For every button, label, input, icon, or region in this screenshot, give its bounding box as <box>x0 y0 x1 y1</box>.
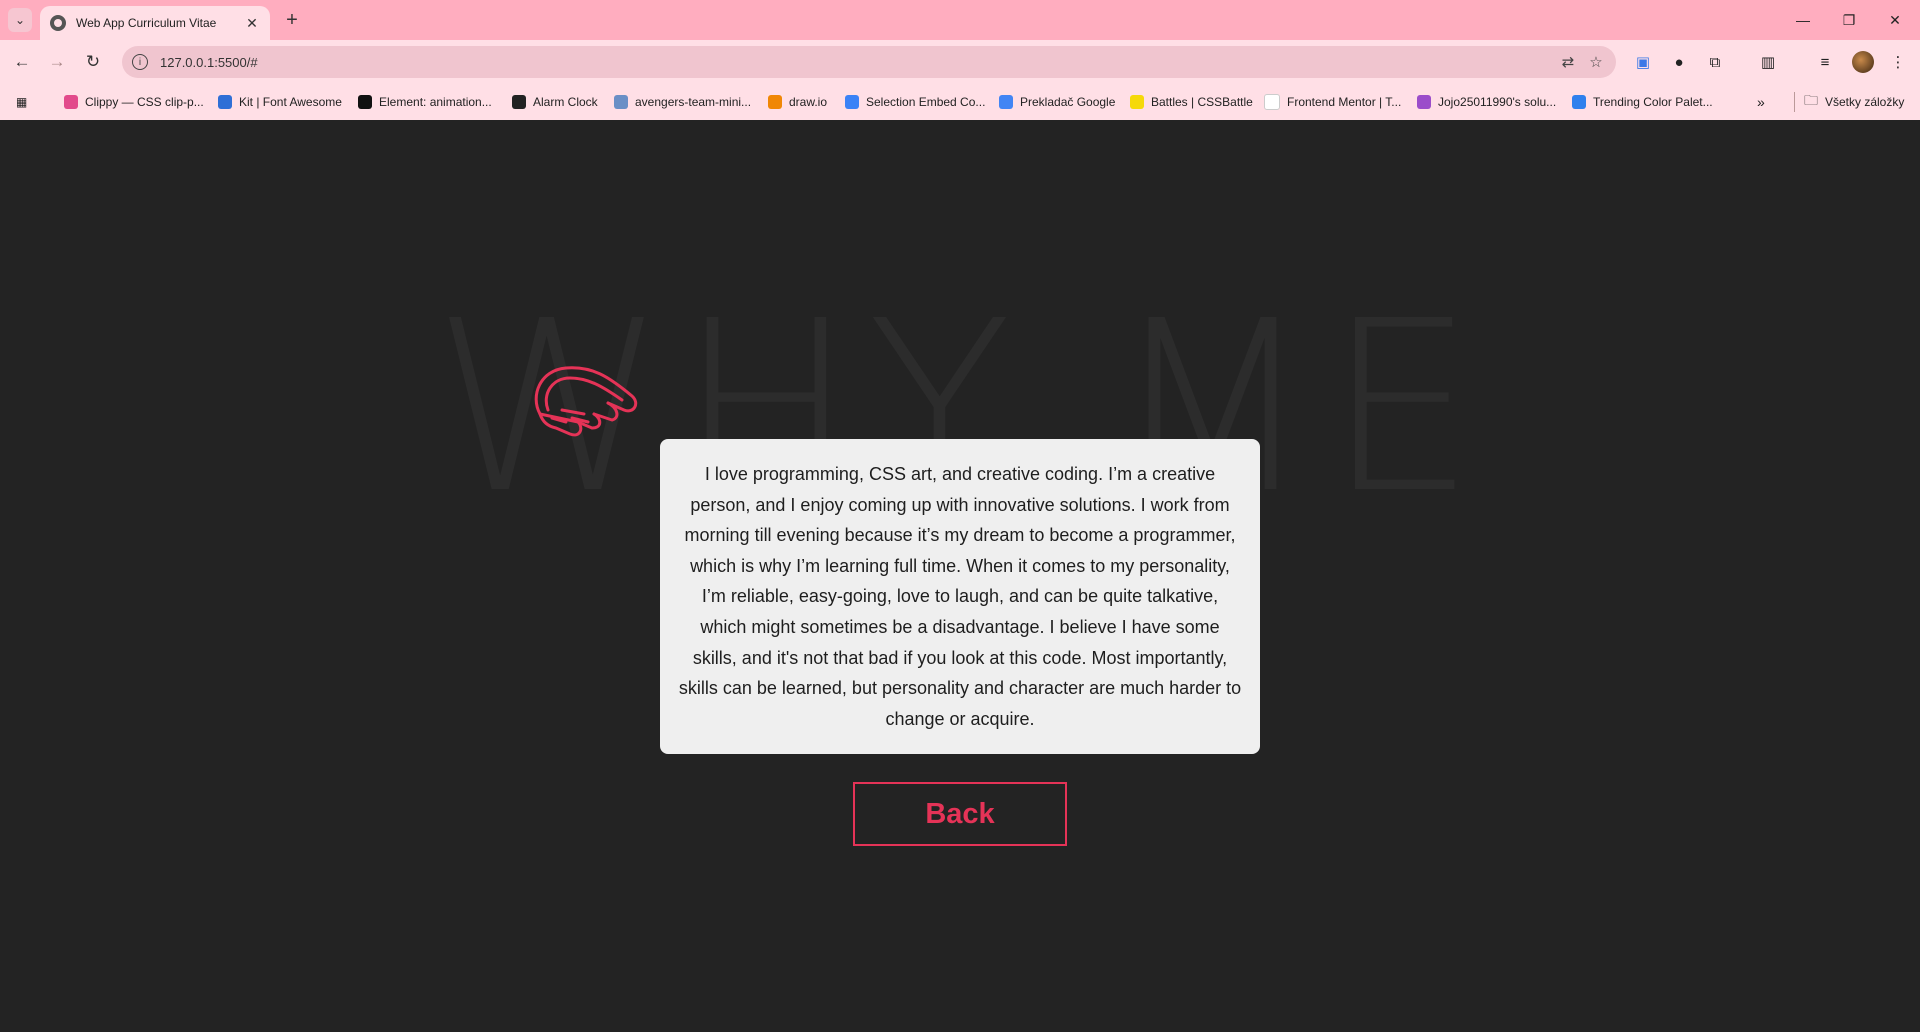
bookmark-favicon <box>64 95 78 109</box>
bookmark-favicon <box>999 95 1013 109</box>
bookmark-favicon <box>512 95 526 109</box>
bookmark-item[interactable]: Selection Embed Co... <box>845 93 985 111</box>
folder-icon: 🗀 <box>1804 92 1818 108</box>
minimize-button[interactable]: — <box>1780 0 1826 40</box>
bookmark-favicon <box>358 95 372 109</box>
url-text[interactable]: 127.0.0.1:5500/# <box>160 55 1554 70</box>
google-translate-extension-icon[interactable]: ▣ <box>1631 50 1655 74</box>
page-content: WHY ME I love programming, CSS art, and … <box>0 120 1920 1032</box>
bookmark-star-icon[interactable]: ☆ <box>1582 48 1610 76</box>
close-tab-icon[interactable]: ✕ <box>242 13 262 33</box>
bookmark-item[interactable]: Kit | Font Awesome <box>218 93 342 111</box>
bookmark-favicon <box>768 95 782 109</box>
media-controls-icon[interactable]: ≡ <box>1813 50 1837 74</box>
forward-arrow-icon[interactable]: → <box>43 48 71 76</box>
bookmark-item[interactable]: Prekladač Google <box>999 93 1115 111</box>
bookmarks-divider <box>1794 92 1795 112</box>
back-arrow-icon[interactable]: ← <box>8 48 36 76</box>
back-button[interactable]: Back <box>853 782 1067 846</box>
reload-icon[interactable]: ↻ <box>79 48 107 76</box>
tab-title: Web App Curriculum Vitae <box>76 16 217 30</box>
bookmark-favicon <box>1572 95 1586 109</box>
about-card: I love programming, CSS art, and creativ… <box>660 439 1260 754</box>
bookmark-favicon <box>845 95 859 109</box>
bookmark-favicon <box>614 95 628 109</box>
all-bookmarks-folder[interactable]: 🗀 Všetky záložky <box>1804 92 1904 111</box>
description-text: I love programming, CSS art, and creativ… <box>678 464 1242 729</box>
site-info-icon[interactable]: i <box>132 54 148 70</box>
bookmark-item[interactable]: avengers-team-mini... <box>614 93 751 111</box>
more-bookmarks-chevron-icon[interactable]: » <box>1757 93 1765 111</box>
browser-tab[interactable]: Web App Curriculum Vitae ✕ <box>40 6 270 40</box>
extensions-puzzle-icon[interactable]: ⧉ <box>1703 50 1727 74</box>
apps-grid-icon[interactable]: ▦ <box>16 93 27 111</box>
translate-icon[interactable]: ⇄ <box>1554 48 1582 76</box>
bookmark-favicon <box>1264 94 1280 110</box>
browser-toolbar: ← → ↻ i 127.0.0.1:5500/# ⇄ ☆ ▣ ● ⧉ ▥ ≡ ⋮ <box>0 40 1920 84</box>
new-tab-button[interactable]: + <box>280 8 304 32</box>
globe-icon <box>50 15 66 31</box>
tab-search-button[interactable]: ⌄ <box>8 8 32 32</box>
reading-mode-icon[interactable]: ▥ <box>1756 50 1780 74</box>
menu-dots-icon[interactable]: ⋮ <box>1886 50 1910 74</box>
bookmark-item[interactable]: Alarm Clock <box>512 93 598 111</box>
bookmark-item[interactable]: Clippy — CSS clip-p... <box>64 93 204 111</box>
pointing-hand-icon <box>534 366 638 437</box>
bookmark-item[interactable]: Battles | CSSBattle <box>1130 93 1253 111</box>
profile-avatar[interactable] <box>1852 51 1874 73</box>
bookmark-favicon <box>1417 95 1431 109</box>
restore-button[interactable]: ❐ <box>1826 0 1872 40</box>
browser-tab-bar: ⌄ Web App Curriculum Vitae ✕ + — ❐ ✕ <box>0 0 1920 40</box>
extension-icon[interactable]: ● <box>1667 50 1691 74</box>
bookmark-item[interactable]: Element: animation... <box>358 93 492 111</box>
bookmark-item[interactable]: Trending Color Palet... <box>1572 93 1713 111</box>
bookmark-item[interactable]: Frontend Mentor | T... <box>1264 93 1401 111</box>
bookmark-favicon <box>218 95 232 109</box>
bookmarks-bar: ▦ Clippy — CSS clip-p... Kit | Font Awes… <box>0 84 1920 121</box>
address-bar[interactable]: i 127.0.0.1:5500/# ⇄ ☆ <box>122 46 1616 78</box>
bookmark-favicon <box>1130 95 1144 109</box>
close-window-button[interactable]: ✕ <box>1872 0 1918 40</box>
bookmark-item[interactable]: draw.io <box>768 93 827 111</box>
bookmark-item[interactable]: Jojo25011990's solu... <box>1417 93 1556 111</box>
